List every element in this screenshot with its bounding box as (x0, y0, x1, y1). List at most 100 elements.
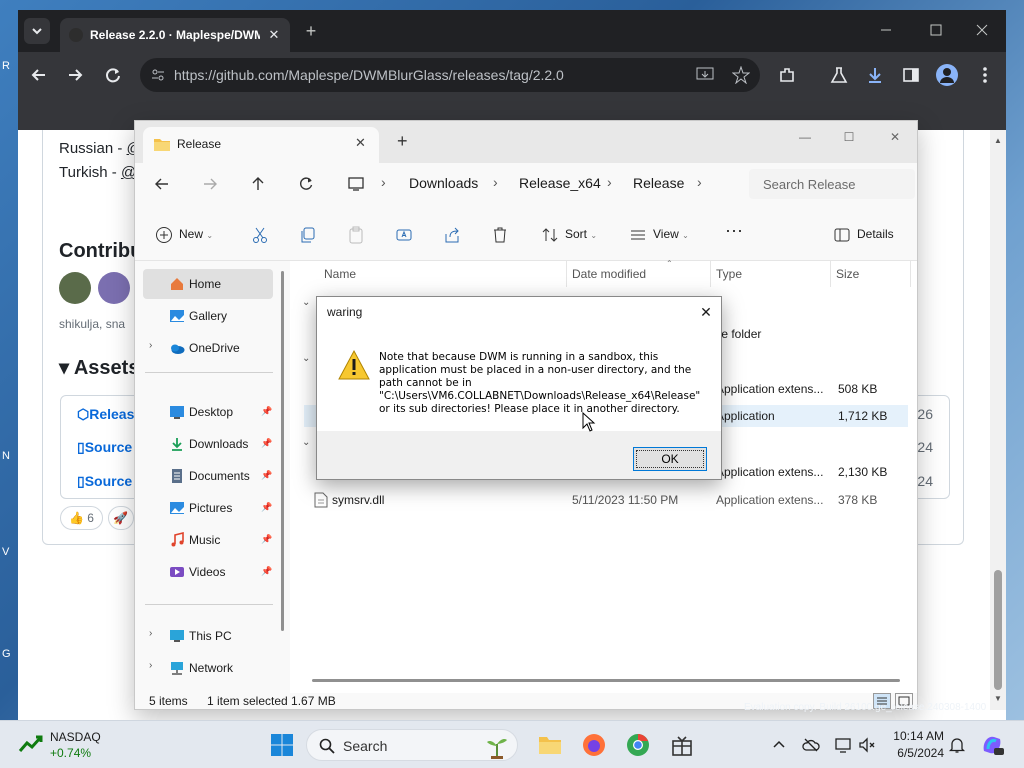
back-arrow-icon[interactable] (28, 64, 50, 86)
explorer-search-box[interactable]: Search Release (749, 169, 915, 199)
sidebar-item-downloads[interactable]: Downloads 📌 (143, 429, 273, 459)
extensions-icon[interactable] (776, 64, 798, 86)
start-windows-icon[interactable] (270, 733, 294, 757)
breadcrumb-release-x64[interactable]: Release_x64 (519, 175, 601, 191)
clock-time[interactable]: 10:14 AM (888, 729, 944, 743)
gift-app-icon[interactable] (670, 733, 694, 757)
taskbar-search-box[interactable]: Search (306, 729, 518, 761)
this-pc-monitor-icon[interactable] (347, 175, 365, 193)
group-chevron-icon[interactable]: ⌄ (302, 437, 310, 448)
sidebar-item-music[interactable]: Music 📌 (143, 525, 273, 555)
column-header-name[interactable]: Name (324, 267, 356, 281)
sidebar-item-pictures[interactable]: Pictures 📌 (143, 493, 273, 523)
explorer-new-tab-button[interactable]: + (397, 131, 408, 152)
up-arrow-icon[interactable] (249, 175, 267, 193)
side-panel-icon[interactable] (900, 64, 922, 86)
pin-icon[interactable]: 📌 (261, 470, 272, 481)
reload-icon[interactable] (102, 64, 124, 86)
maximize-icon[interactable] (924, 20, 948, 40)
tray-chevron-up-icon[interactable] (770, 736, 788, 754)
asset-source-zip-link[interactable]: ▯Source (77, 439, 132, 456)
column-separator[interactable] (710, 261, 711, 287)
sidebar-item-gallery[interactable]: Gallery (143, 301, 273, 331)
sidebar-item-network[interactable]: › Network (143, 653, 273, 683)
page-scrollbar[interactable]: ▲ ▼ (990, 130, 1006, 710)
minimize-icon[interactable] (874, 20, 898, 40)
explorer-tab[interactable]: Release ✕ (143, 127, 379, 163)
pin-icon[interactable]: 📌 (261, 502, 272, 513)
firefox-icon[interactable] (582, 733, 606, 757)
sidebar-item-home[interactable]: Home (143, 269, 273, 299)
column-header-type[interactable]: Type (716, 267, 742, 281)
refresh-icon[interactable] (297, 175, 315, 193)
notification-bell-icon[interactable] (948, 736, 966, 754)
paste-icon[interactable] (347, 226, 365, 244)
delete-trash-icon[interactable] (491, 226, 509, 244)
chrome-icon[interactable] (626, 733, 650, 757)
close-window-icon[interactable]: ✕ (885, 127, 905, 147)
column-header-size[interactable]: Size (836, 267, 859, 281)
cloud-sync-icon[interactable] (802, 736, 820, 754)
widget-stock-value[interactable]: +0.74% (50, 746, 91, 760)
reaction-thumbs-up[interactable]: 👍 6 (60, 506, 103, 530)
pin-icon[interactable]: 📌 (261, 406, 272, 417)
sidebar-item-documents[interactable]: Documents 📌 (143, 461, 273, 491)
site-settings-icon[interactable] (150, 67, 166, 83)
close-window-icon[interactable] (970, 20, 994, 40)
breadcrumb-chevron-icon[interactable]: › (493, 174, 498, 190)
download-icon[interactable] (864, 64, 886, 86)
forward-arrow-icon[interactable] (64, 64, 86, 86)
column-header-date[interactable]: Date modified (572, 267, 646, 281)
chevron-right-icon[interactable]: › (149, 340, 152, 351)
copy-icon[interactable] (299, 226, 317, 244)
tab-close-icon[interactable]: ✕ (355, 135, 366, 151)
volume-muted-icon[interactable] (858, 736, 876, 754)
chevron-right-icon[interactable]: › (149, 628, 152, 639)
asset-source-tar-link[interactable]: ▯Source (77, 473, 132, 490)
browser-menu-icon[interactable] (974, 64, 996, 86)
stock-chart-icon[interactable] (18, 733, 44, 755)
sidebar-item-desktop[interactable]: Desktop 📌 (143, 397, 273, 427)
sidebar-item-this-pc[interactable]: › This PC (143, 621, 273, 651)
more-options-icon[interactable]: ··· (725, 219, 743, 241)
breadcrumb-chevron-icon[interactable]: › (381, 174, 386, 190)
breadcrumb-chevron-icon[interactable]: › (697, 174, 702, 190)
assets-heading[interactable]: ▾ Assets (59, 355, 139, 380)
file-explorer-taskbar-icon[interactable] (538, 733, 562, 757)
labs-flask-icon[interactable] (828, 64, 850, 86)
contributor-avatar[interactable] (98, 272, 130, 304)
breadcrumb-chevron-icon[interactable]: › (607, 174, 612, 190)
scroll-down-icon[interactable]: ▼ (993, 694, 1003, 703)
reaction-rocket[interactable]: 🚀 (108, 506, 134, 530)
scroll-thumb[interactable] (994, 570, 1002, 690)
group-chevron-icon[interactable]: ⌄ (302, 297, 310, 308)
details-button[interactable]: Details (857, 223, 894, 245)
column-separator[interactable] (566, 261, 567, 287)
sort-button[interactable]: Sort ⌄ (565, 223, 597, 245)
network-monitor-icon[interactable] (834, 736, 852, 754)
address-bar[interactable]: https://github.com/Maplespe/DWMBlurGlass… (140, 58, 760, 92)
scroll-up-icon[interactable]: ▲ (993, 136, 1003, 145)
sidebar-item-videos[interactable]: Videos 📌 (143, 557, 273, 587)
rename-icon[interactable] (395, 226, 413, 244)
horizontal-scrollbar[interactable] (312, 679, 900, 682)
browser-tab[interactable]: Release 2.2.0 · Maplespe/DWMBlurGlass ✕ (60, 18, 290, 52)
chevron-right-icon[interactable]: › (149, 660, 152, 671)
column-separator[interactable] (910, 261, 911, 287)
pin-icon[interactable]: 📌 (261, 438, 272, 449)
file-row[interactable]: symsrv.dll 5/11/2023 11:50 PM Applicatio… (304, 489, 908, 511)
copilot-icon[interactable] (980, 733, 1004, 757)
share-icon[interactable] (443, 226, 461, 244)
forward-arrow-icon[interactable] (201, 175, 219, 193)
column-separator[interactable] (830, 261, 831, 287)
breadcrumb-downloads[interactable]: Downloads (409, 175, 478, 191)
profile-avatar-icon[interactable] (936, 64, 958, 86)
ok-button[interactable]: OK (633, 447, 707, 471)
widget-stock-name[interactable]: NASDAQ (50, 730, 101, 744)
pin-icon[interactable]: 📌 (261, 534, 272, 545)
new-button[interactable]: New ⌄ (179, 223, 213, 245)
sidebar-scrollbar[interactable] (281, 271, 284, 631)
pin-icon[interactable]: 📌 (261, 566, 272, 577)
minimize-icon[interactable]: — (795, 127, 815, 147)
back-arrow-icon[interactable] (153, 175, 171, 193)
